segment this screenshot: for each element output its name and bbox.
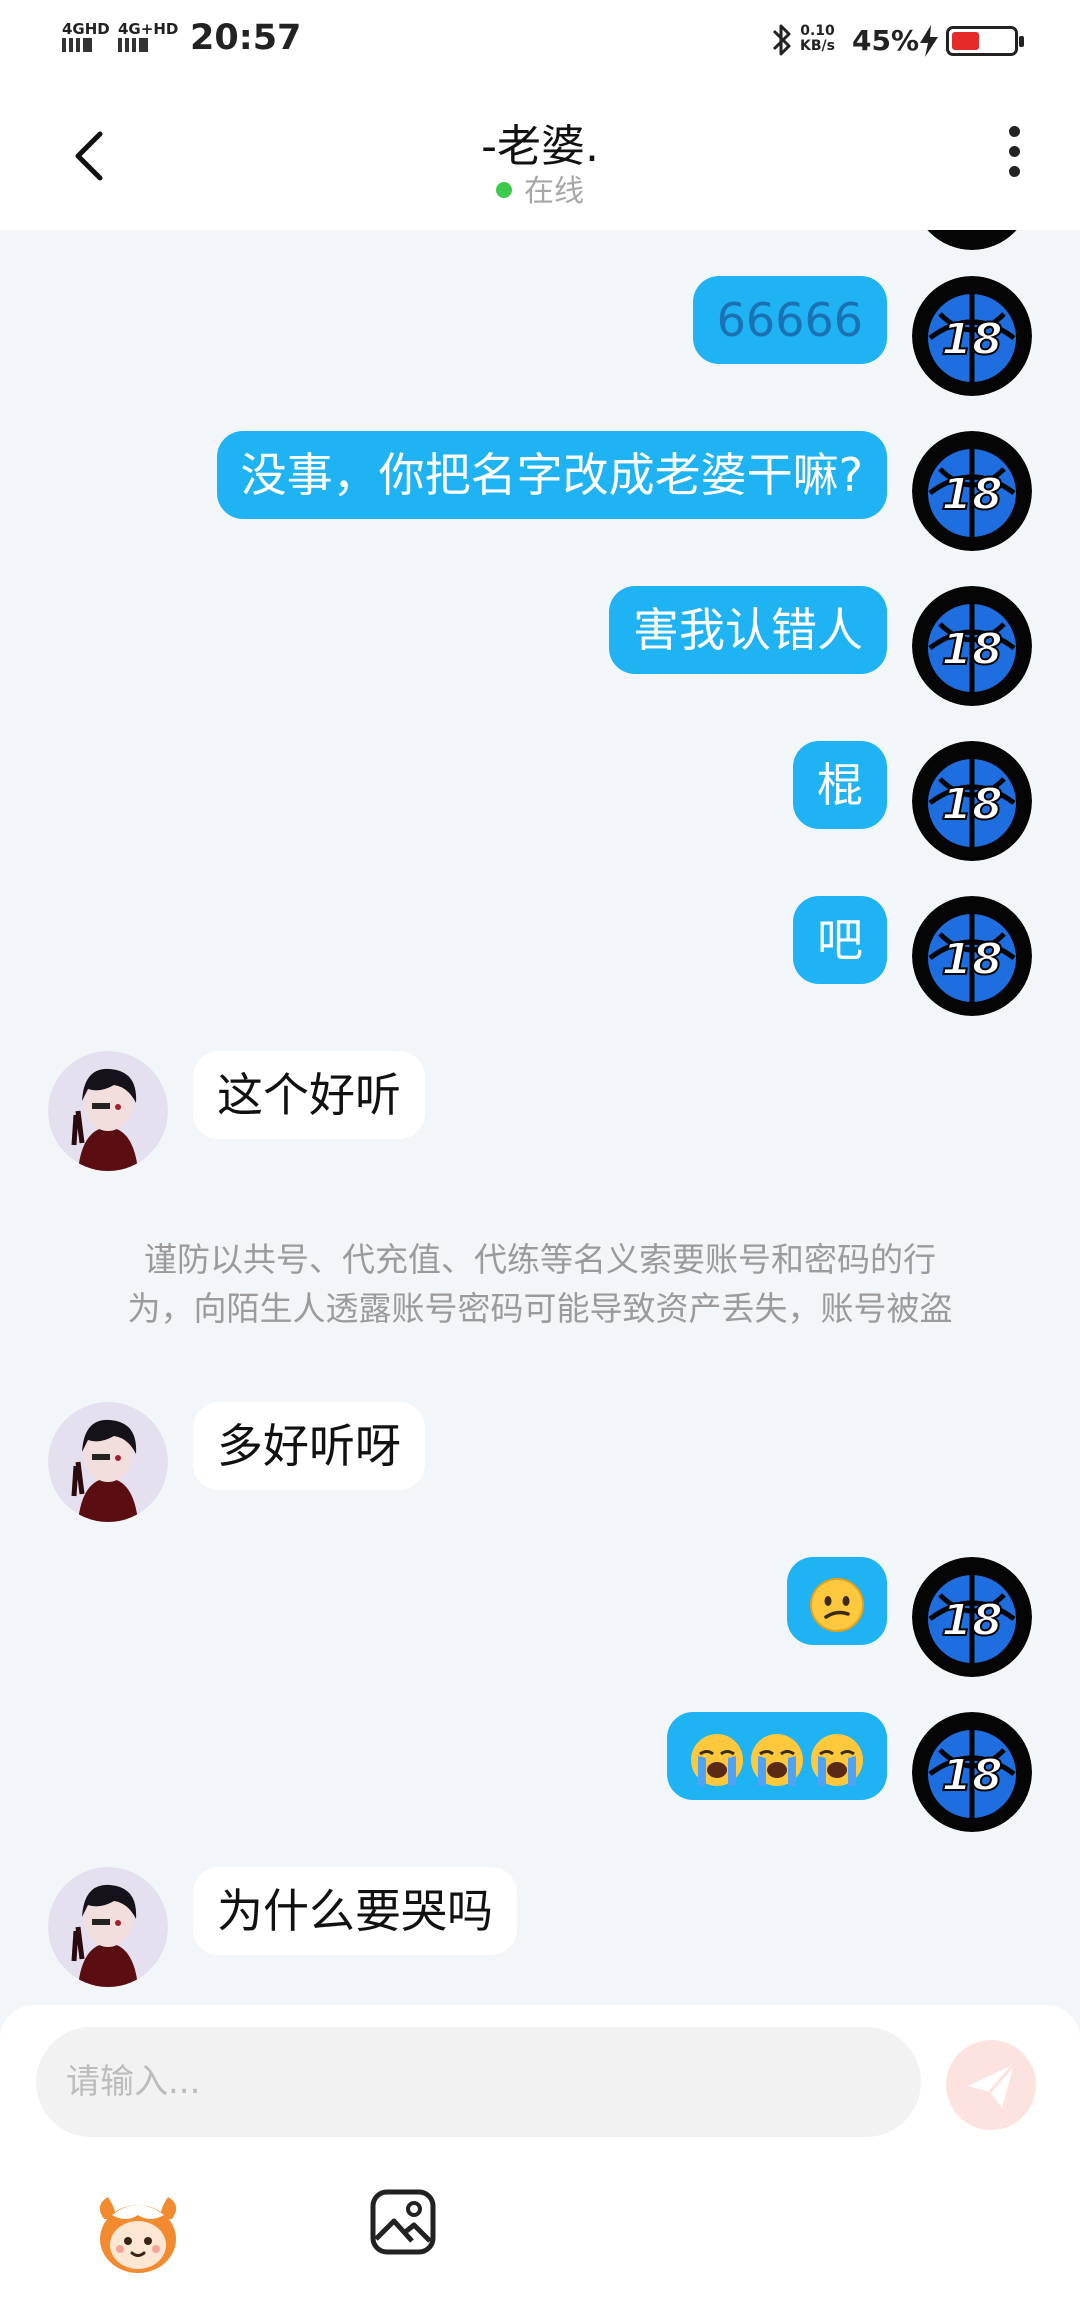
composer <box>0 2005 1080 2316</box>
svg-text:18: 18 <box>941 779 1002 830</box>
message-bubble[interactable]: 为什么要哭吗 <box>193 1867 517 1955</box>
more-dot <box>1008 146 1020 157</box>
message-list[interactable]: 66666 18 没事，你把名字改成老婆干嘛? 18 害我认错人 18 棍 18… <box>0 230 1080 2005</box>
contact-name: -老婆. <box>481 121 599 172</box>
more-icon[interactable] <box>1000 126 1028 186</box>
message-bubble[interactable]: 吧 <box>793 896 887 984</box>
my-avatar[interactable]: 18 <box>912 741 1032 861</box>
contact-avatar[interactable] <box>48 1867 168 1987</box>
svg-text:18: 18 <box>941 624 1002 675</box>
contact-avatar[interactable] <box>48 1402 168 1522</box>
message-bubble[interactable]: 没事，你把名字改成老婆干嘛? <box>216 431 887 519</box>
battery-level-fill <box>952 32 979 50</box>
message-bubble[interactable]: 害我认错人 <box>609 586 887 674</box>
network-speed-value: 0.10 <box>800 23 835 39</box>
chat-header: -老婆. 在线 <box>0 80 1080 230</box>
status-bar: 4GHD 4G+HD 20:57 0.10 KB/s 45% <box>0 0 1080 80</box>
battery-percent: 45% <box>852 24 920 57</box>
my-avatar[interactable]: 18 <box>912 1557 1032 1677</box>
message-bubble[interactable]: 这个好听 <box>193 1051 425 1139</box>
my-avatar[interactable]: 18 <box>912 896 1032 1016</box>
message-input[interactable] <box>36 2027 921 2137</box>
my-avatar[interactable]: 18 <box>912 586 1032 706</box>
battery-icon <box>946 26 1024 56</box>
network-speed: 0.10 KB/s <box>800 24 835 54</box>
more-dot <box>1008 166 1020 177</box>
online-dot-icon <box>496 182 512 198</box>
image-icon[interactable] <box>368 2187 438 2257</box>
svg-text:18: 18 <box>941 314 1002 365</box>
loudly-crying-face-icon <box>809 1732 865 1788</box>
message-bubble[interactable]: 棍 <box>793 741 887 829</box>
mascot-icon[interactable] <box>90 2185 186 2281</box>
signal-bars-icon <box>62 38 92 52</box>
clock: 20:57 <box>190 18 302 58</box>
security-notice-line-2: 为，向陌生人透露账号密码可能导致资产丢失，账号被盗 <box>127 1289 953 1328</box>
svg-text:18: 18 <box>941 469 1002 520</box>
my-avatar[interactable] <box>912 230 1032 250</box>
svg-text:18: 18 <box>941 1595 1002 1646</box>
signal-indicator-1: 4GHD <box>62 22 110 52</box>
my-avatar[interactable]: 18 <box>912 431 1032 551</box>
online-status: 在线 <box>0 166 1080 210</box>
message-bubble[interactable]: 66666 <box>692 276 887 364</box>
svg-text:18: 18 <box>941 1750 1002 1801</box>
send-icon <box>968 2063 1016 2108</box>
contact-avatar[interactable] <box>48 1051 168 1171</box>
emoji-bubble[interactable] <box>787 1557 887 1645</box>
loudly-crying-face-icon <box>749 1732 805 1788</box>
security-notice-line-1: 谨防以共号、代充值、代练等名义索要账号和密码的行 <box>144 1240 936 1279</box>
send-button[interactable] <box>946 2040 1036 2130</box>
charging-bolt-icon <box>920 25 938 57</box>
signal-indicator-2: 4G+HD <box>118 22 178 52</box>
my-avatar[interactable]: 18 <box>912 276 1032 396</box>
signal-1-label: 4GHD <box>62 20 110 38</box>
message-bubble[interactable]: 多好听呀 <box>193 1402 425 1490</box>
loudly-crying-face-icon <box>689 1732 745 1788</box>
more-dot <box>1008 126 1020 137</box>
confused-face-icon <box>809 1577 865 1633</box>
signal-2-label: 4G+HD <box>118 20 179 38</box>
signal-bars-icon <box>118 38 148 52</box>
emoji-bubble[interactable] <box>667 1712 887 1800</box>
my-avatar[interactable]: 18 <box>912 1712 1032 1832</box>
network-speed-unit: KB/s <box>800 38 835 54</box>
security-notice: 谨防以共号、代充值、代练等名义索要账号和密码的行 为，向陌生人透露账号密码可能导… <box>70 1235 1010 1333</box>
svg-text:18: 18 <box>941 934 1002 985</box>
online-status-label: 在线 <box>524 174 584 209</box>
bluetooth-icon <box>772 24 791 56</box>
